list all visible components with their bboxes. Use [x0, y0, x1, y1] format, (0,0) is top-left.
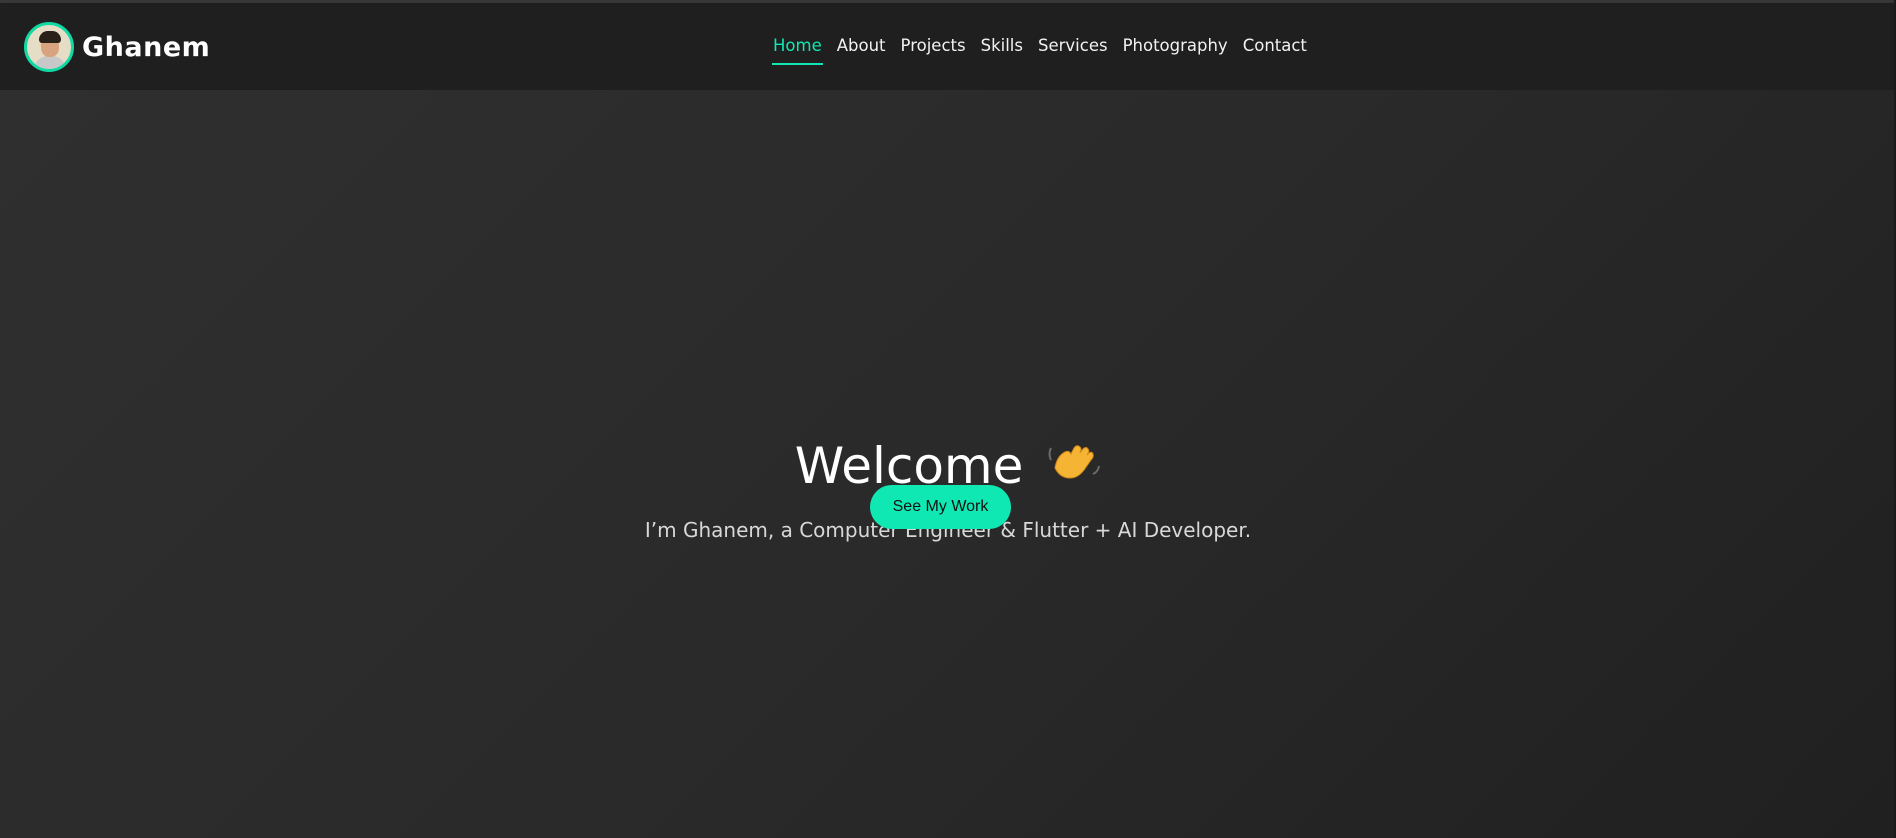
nav-item-home[interactable]: Home [772, 36, 823, 65]
navbar: Ghanem Home About Projects Skills Servic… [0, 3, 1896, 90]
brand[interactable]: Ghanem [24, 22, 210, 72]
brand-name: Ghanem [82, 31, 211, 63]
avatar-hair [39, 31, 61, 43]
waving-hand-icon [1048, 445, 1101, 479]
nav-item-photography[interactable]: Photography [1123, 36, 1228, 61]
avatar-shirt [34, 56, 66, 69]
nav-item-contact[interactable]: Contact [1243, 36, 1307, 61]
nav-item-skills[interactable]: Skills [981, 36, 1023, 61]
nav-item-about[interactable]: About [837, 36, 886, 61]
see-my-work-button[interactable]: See My Work [870, 485, 1011, 529]
hero-section: Welcome I’m Ghanem, a Computer Engineer … [0, 90, 1896, 838]
avatar [24, 22, 74, 72]
main-nav: Home About Projects Skills Services Phot… [772, 36, 1322, 65]
nav-item-services[interactable]: Services [1038, 36, 1108, 61]
nav-item-projects[interactable]: Projects [901, 36, 966, 61]
